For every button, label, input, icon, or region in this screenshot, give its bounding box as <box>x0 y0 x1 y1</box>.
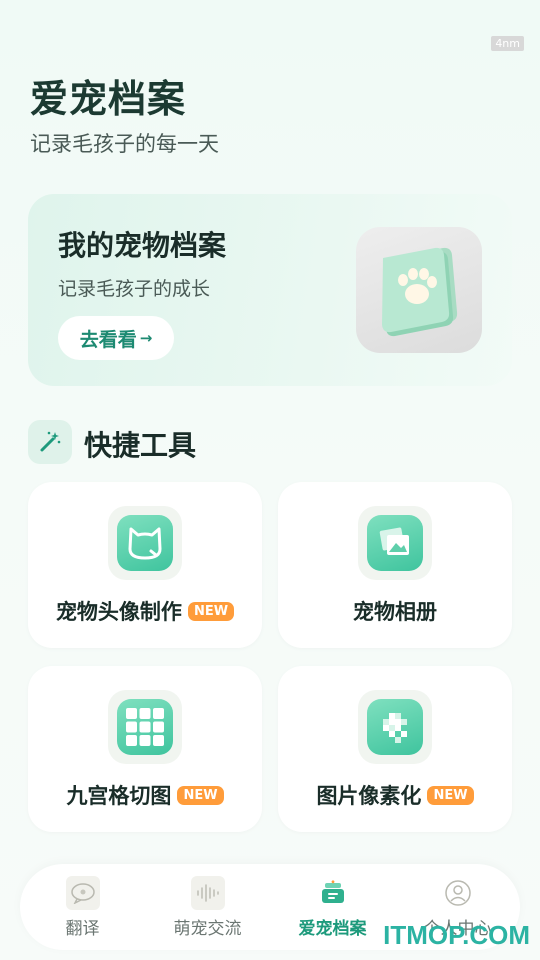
cat-avatar-icon <box>117 515 173 571</box>
nine-grid-icon <box>117 699 173 755</box>
tool-label-row: 宠物相册 <box>278 596 512 626</box>
paw-book-icon <box>356 227 482 353</box>
tool-label: 宠物头像制作 <box>55 600 182 624</box>
new-badge: NEW <box>427 785 474 805</box>
view-button[interactable]: 去看看 → <box>58 316 174 360</box>
pet-avatar-maker-card[interactable]: 宠物头像制作 NEW <box>28 482 262 648</box>
nav-label: 翻译 <box>65 919 100 939</box>
tool-label-row: 九宫格切图 NEW <box>28 780 262 810</box>
tool-label-row: 图片像素化 NEW <box>278 780 512 810</box>
page-subtitle: 记录毛孩子的每一天 <box>30 132 219 156</box>
nav-item-pet-archive[interactable]: 爱宠档案 <box>270 864 395 950</box>
nine-grid-cut-card[interactable]: 九宫格切图 NEW <box>28 666 262 832</box>
nav-label: 萌宠交流 <box>173 919 242 939</box>
tool-label: 九宫格切图 <box>66 784 172 808</box>
pixelate-icon <box>367 699 423 755</box>
photo-album-icon <box>367 515 423 571</box>
arrow-right-icon: → <box>139 329 153 347</box>
view-button-label: 去看看 <box>79 328 137 351</box>
tool-icon-frame <box>108 506 182 580</box>
section-title: 快捷工具 <box>84 429 197 462</box>
tool-label: 图片像素化 <box>316 784 422 808</box>
nav-label: 爱宠档案 <box>298 919 367 939</box>
page-title: 爱宠档案 <box>30 77 187 121</box>
tool-icon-frame <box>108 690 182 764</box>
pixelate-card[interactable]: 图片像素化 NEW <box>278 666 512 832</box>
pet-album-card[interactable]: 宠物相册 <box>278 482 512 648</box>
new-badge: NEW <box>187 601 235 621</box>
tool-label: 宠物相册 <box>353 600 437 624</box>
site-watermark: ITMOP.COM <box>383 920 530 950</box>
translate-icon <box>65 876 100 910</box>
nav-item-pet-community[interactable]: 萌宠交流 <box>145 864 270 950</box>
watermark-badge: 4nm <box>491 36 524 51</box>
new-badge: NEW <box>177 785 224 805</box>
nav-item-translate[interactable]: 翻译 <box>20 864 145 950</box>
soundwave-icon <box>190 876 225 910</box>
hero-subtitle: 记录毛孩子的成长 <box>58 278 211 300</box>
pet-archive-card[interactable]: 我的宠物档案 记录毛孩子的成长 去看看 → <box>28 194 512 386</box>
tool-icon-frame <box>358 690 432 764</box>
profile-icon <box>441 876 475 910</box>
hero-title: 我的宠物档案 <box>58 229 227 262</box>
archive-icon <box>316 876 350 910</box>
magic-wand-icon <box>28 420 72 464</box>
tool-label-row: 宠物头像制作 NEW <box>28 596 262 626</box>
tool-icon-frame <box>358 506 432 580</box>
